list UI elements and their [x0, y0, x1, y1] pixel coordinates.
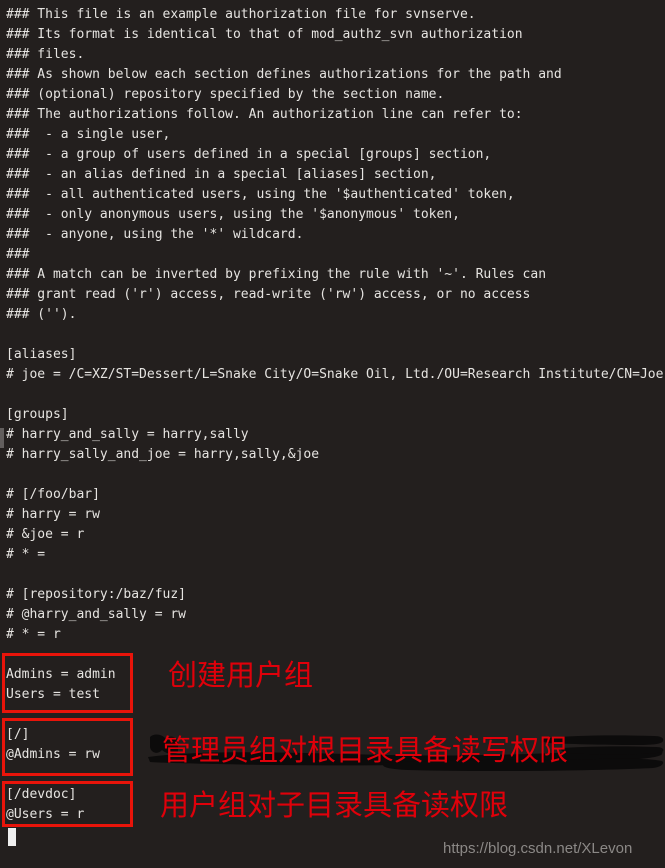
code-line: # * = r: [6, 627, 61, 642]
code-line: ### - all authenticated users, using the…: [6, 187, 515, 202]
code-line: Users = test: [6, 687, 100, 702]
scroll-position-marker[interactable]: [0, 428, 4, 448]
code-line: Admins = admin: [6, 667, 116, 682]
code-line: ### A match can be inverted by prefixing…: [6, 267, 547, 282]
text-cursor: [8, 828, 16, 846]
code-line: ### grant read ('r') access, read-write …: [6, 287, 531, 302]
blog-watermark: https://blog.csdn.net/XLevon: [443, 840, 633, 857]
code-line: ### - an alias defined in a special [ali…: [6, 167, 437, 182]
code-line: ### As shown below each section defines …: [6, 67, 562, 82]
code-line: # [/foo/bar]: [6, 487, 100, 502]
code-line: [aliases]: [6, 347, 77, 362]
code-line: ### Its format is identical to that of m…: [6, 27, 523, 42]
code-line: ### - anyone, using the '*' wildcard.: [6, 227, 304, 242]
code-line: [groups]: [6, 407, 69, 422]
code-line: ### - a single user,: [6, 127, 171, 142]
code-editor-screenshot: ### This file is an example authorizatio…: [0, 0, 665, 868]
code-line: # &joe = r: [6, 527, 85, 542]
code-line: # * =: [6, 547, 46, 562]
code-line: # harry_and_sally = harry,sally: [6, 427, 249, 442]
authz-file-content[interactable]: ### This file is an example authorizatio…: [0, 0, 665, 825]
annotation-create-user-group: 创建用户组: [168, 658, 314, 692]
annotation-admin-root-readwrite: 管理员组对根目录具备读写权限: [162, 733, 569, 767]
code-line: # [repository:/baz/fuz]: [6, 587, 187, 602]
code-line: # @harry_and_sally = rw: [6, 607, 187, 622]
annotation-users-subdir-read: 用户组对子目录具备读权限: [160, 788, 509, 822]
code-line: ### ('').: [6, 307, 77, 322]
code-line: ### The authorizations follow. An author…: [6, 107, 523, 122]
code-line: ### files.: [6, 47, 85, 62]
code-line: # joe = /C=XZ/ST=Dessert/L=Snake City/O=…: [6, 367, 665, 382]
code-line: ###: [6, 247, 30, 262]
code-line: ### - a group of users defined in a spec…: [6, 147, 492, 162]
code-line: ### (optional) repository specified by t…: [6, 87, 445, 102]
code-line: ### - only anonymous users, using the '$…: [6, 207, 460, 222]
code-line: ### This file is an example authorizatio…: [6, 7, 476, 22]
code-line: # harry_sally_and_joe = harry,sally,&joe: [6, 447, 320, 462]
code-line: # harry = rw: [6, 507, 100, 522]
